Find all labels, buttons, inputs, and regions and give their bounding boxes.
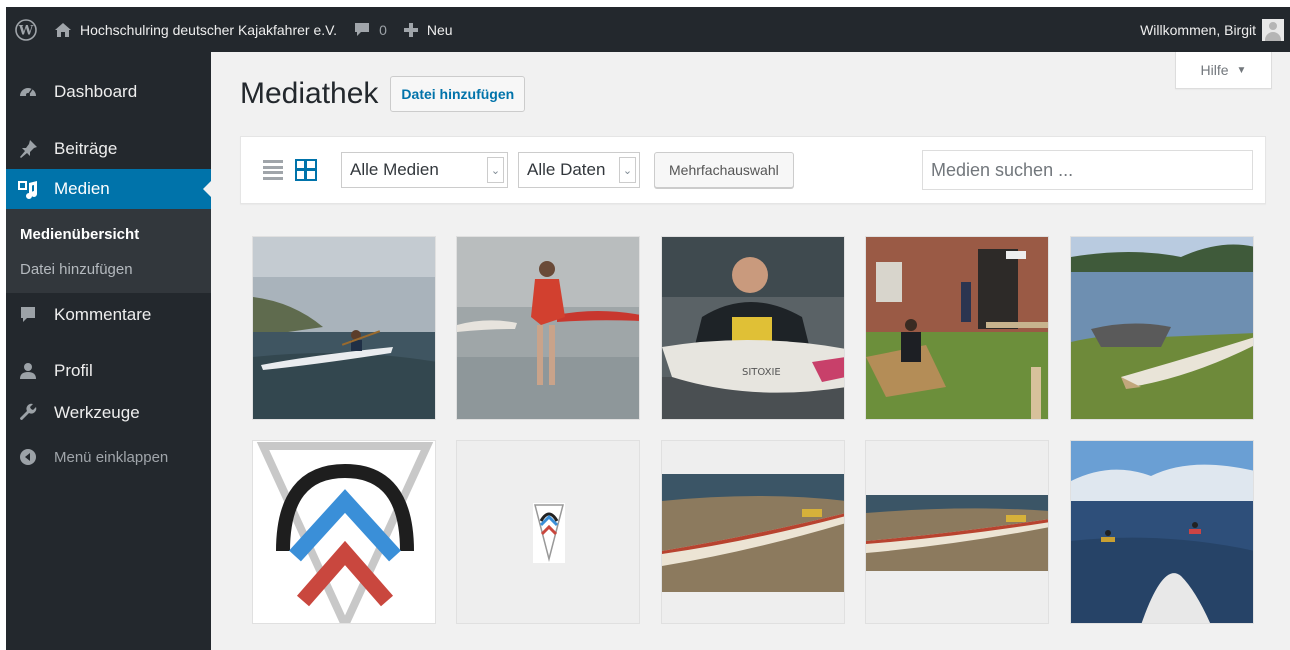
collapse-arrow-icon xyxy=(16,445,40,469)
sidebar-item-media[interactable]: Medien xyxy=(6,169,211,209)
plus-icon xyxy=(403,22,418,37)
app-frame: W Hochschulring deutscher Kajakfahrer e.… xyxy=(6,7,1290,650)
media-item-kayak-on-sand-wide[interactable] xyxy=(865,440,1049,624)
sidebar-item-posts[interactable]: Beiträge xyxy=(6,129,211,169)
wrench-icon xyxy=(16,401,40,425)
account-menu[interactable]: Willkommen, Birgit xyxy=(1132,7,1290,52)
page-title: Mediathek xyxy=(240,77,379,110)
wordpress-logo-icon[interactable]: W xyxy=(6,7,46,52)
comment-icon xyxy=(16,303,40,327)
list-view-icon[interactable] xyxy=(261,158,285,182)
media-item-club-logo-small[interactable] xyxy=(456,440,640,624)
add-file-button[interactable]: Datei hinzufügen xyxy=(390,76,526,112)
pin-icon xyxy=(16,137,40,161)
media-submenu: Medienübersicht Datei hinzufügen xyxy=(6,209,211,293)
title-row: Mediathek Datei hinzufügen xyxy=(240,76,526,112)
sidebar-item-tools[interactable]: Werkzeuge xyxy=(6,393,211,433)
dashboard-icon xyxy=(16,80,40,104)
svg-text:SITOXIE: SITOXIE xyxy=(742,367,781,378)
site-name: Hochschulring deutscher Kajakfahrer e.V. xyxy=(80,21,338,38)
comment-icon xyxy=(355,22,370,36)
site-name-link[interactable]: Hochschulring deutscher Kajakfahrer e.V. xyxy=(46,7,345,52)
new-label: Neu xyxy=(426,21,453,38)
sidebar-item-label: Beiträge xyxy=(54,139,118,158)
user-icon xyxy=(16,359,40,383)
grid-view-icon[interactable] xyxy=(295,159,317,181)
admin-sidebar: Dashboard Beiträge Medien Medienübersich… xyxy=(6,52,211,650)
sidebar-item-comments[interactable]: Kommentare xyxy=(6,295,211,335)
date-filter[interactable]: Alle Daten ⌄ xyxy=(518,152,640,188)
media-item-kayak-on-shore[interactable] xyxy=(1070,236,1254,420)
collapse-label: Menü einklappen xyxy=(54,448,169,466)
media-item-club-logo-large[interactable] xyxy=(252,440,436,624)
comments-count: 0 xyxy=(379,21,387,38)
admin-bar: W Hochschulring deutscher Kajakfahrer e.… xyxy=(6,7,1290,52)
media-item-kayaker-close-up[interactable]: SITOXIE xyxy=(661,236,845,420)
comments-link[interactable]: 0 xyxy=(345,7,395,52)
date-filter-value: Alle Daten xyxy=(527,160,606,179)
collapse-menu-button[interactable]: Menü einklappen xyxy=(6,437,211,477)
greeting: Willkommen, Birgit xyxy=(1140,21,1256,38)
search-input[interactable]: Medien suchen ... xyxy=(922,150,1253,190)
chevron-down-icon: ⌄ xyxy=(619,157,636,183)
help-tab-button[interactable]: Hilfe ▼ xyxy=(1175,52,1272,89)
media-item-kayaker-on-water[interactable] xyxy=(252,236,436,420)
new-content-link[interactable]: Neu xyxy=(395,7,461,52)
sidebar-item-label: Profil xyxy=(54,361,93,380)
media-item-kayak-trip-at-sea[interactable] xyxy=(1070,440,1254,624)
media-icon xyxy=(16,177,40,201)
media-type-value: Alle Medien xyxy=(350,160,439,179)
svg-text:W: W xyxy=(18,23,34,38)
sidebar-item-label: Dashboard xyxy=(54,82,138,101)
help-label: Hilfe xyxy=(1200,62,1229,78)
media-item-kayak-on-sand[interactable] xyxy=(661,440,845,624)
sidebar-item-dashboard[interactable]: Dashboard xyxy=(6,72,211,112)
media-toolbar: Alle Medien ⌄ Alle Daten ⌄ Mehrfachauswa… xyxy=(240,136,1266,204)
sidebar-item-label: Werkzeuge xyxy=(54,403,140,422)
sidebar-item-profile[interactable]: Profil xyxy=(6,351,211,391)
bulk-select-button[interactable]: Mehrfachauswahl xyxy=(654,152,794,188)
media-item-boat-building-outdoors[interactable] xyxy=(865,236,1049,420)
caret-down-icon: ▼ xyxy=(1236,64,1247,76)
media-type-filter[interactable]: Alle Medien ⌄ xyxy=(341,152,508,188)
sidebar-item-label: Medien xyxy=(54,179,110,198)
chevron-down-icon: ⌄ xyxy=(487,157,504,183)
submenu-item-library[interactable]: Medienübersicht xyxy=(6,217,211,252)
media-item-person-in-red-with-kayak[interactable] xyxy=(456,236,640,420)
submenu-item-add-file[interactable]: Datei hinzufügen xyxy=(6,252,211,287)
sidebar-item-label: Kommentare xyxy=(54,305,152,324)
home-icon xyxy=(55,22,71,37)
avatar xyxy=(1262,18,1284,41)
